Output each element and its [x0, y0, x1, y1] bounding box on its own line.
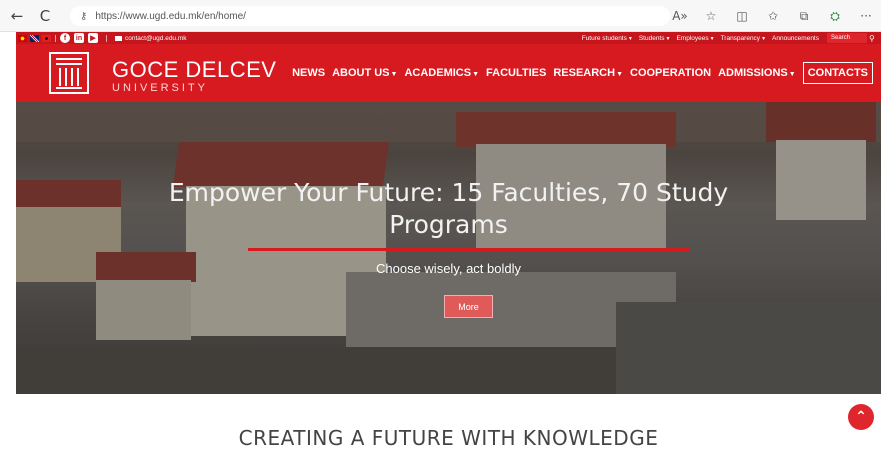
nav-label: ABOUT US — [332, 67, 390, 79]
hero-subtitle: Choose wisely, act boldly — [376, 261, 521, 276]
divider — [55, 34, 56, 42]
browser-tools: A» ☆ ◫ ✩ ⧉ ⛭ ··· — [671, 6, 875, 26]
browser-toolbar: ← C ⚷ https://www.ugd.edu.mk/en/home/ A»… — [0, 0, 881, 32]
hero-title-line: Empower Your Future: 15 Faculties, 70 St… — [168, 178, 729, 207]
utility-bar: f in ▶ contact@ugd.edu.mk Future student… — [16, 32, 881, 44]
nav-admissions[interactable]: ADMISSIONS▼ — [718, 67, 796, 79]
caret-down-icon: ▼ — [390, 71, 398, 78]
logo-stroke — [77, 68, 79, 86]
nav-research[interactable]: RESEARCH▼ — [553, 67, 623, 79]
hero-title-line: Programs — [389, 210, 508, 239]
nav-cooperation[interactable]: COOPERATION — [630, 67, 711, 79]
hero-title: Empower Your Future: 15 Faculties, 70 St… — [16, 177, 881, 241]
logo-stroke — [56, 58, 82, 60]
nav-academics[interactable]: ACADEMICS▼ — [404, 67, 479, 79]
reload-icon[interactable]: C — [34, 5, 56, 27]
caret-down-icon: ▼ — [472, 71, 480, 78]
main-nav: NEWS ABOUT US▼ ACADEMICS▼ FACULTIES RESE… — [292, 62, 873, 84]
logo-title[interactable]: GOCE DELCEV — [112, 57, 276, 83]
utility-nav-announcements[interactable]: Announcements — [772, 35, 819, 42]
youtube-icon[interactable]: ▶ — [88, 33, 98, 43]
logo-stroke — [56, 63, 82, 65]
hero-more-button[interactable]: More — [444, 295, 493, 318]
utility-nav-students[interactable]: Students▼ — [639, 35, 671, 42]
lock-icon[interactable]: ⚷ — [80, 11, 87, 22]
back-arrow-icon[interactable]: ← — [6, 5, 28, 27]
more-icon[interactable]: ··· — [857, 9, 875, 23]
hero-divider — [248, 248, 690, 251]
caret-down-icon: ▼ — [627, 35, 633, 42]
facebook-icon[interactable]: f — [60, 33, 70, 43]
utility-nav-label: Students — [638, 34, 665, 42]
envelope-icon — [115, 35, 122, 41]
language-flags — [18, 34, 51, 42]
logo-stroke — [59, 68, 61, 86]
linkedin-icon[interactable]: in — [74, 33, 84, 43]
favorites-icon[interactable]: ✩ — [764, 9, 782, 23]
utility-nav-label: Transparency — [720, 34, 761, 42]
page: f in ▶ contact@ugd.edu.mk Future student… — [16, 32, 881, 450]
search-icon[interactable]: ⚲ — [869, 32, 879, 44]
email-text: contact@ugd.edu.mk — [125, 34, 187, 42]
nav-label: ACADEMICS — [404, 67, 472, 79]
split-screen-icon[interactable]: ◫ — [733, 9, 751, 23]
logo-stroke — [71, 68, 73, 86]
logo-stroke — [65, 68, 67, 86]
logo-stroke — [56, 87, 82, 89]
extension-icon[interactable]: ⛭ — [826, 9, 844, 24]
favorite-star-icon[interactable]: ☆ — [702, 9, 720, 23]
read-aloud-icon[interactable]: A» — [671, 9, 689, 23]
email-link[interactable]: contact@ugd.edu.mk — [115, 35, 187, 42]
nav-about-us[interactable]: ABOUT US▼ — [332, 67, 397, 79]
english-flag-icon[interactable] — [30, 34, 39, 42]
utility-nav-transparency[interactable]: Transparency▼ — [721, 35, 766, 42]
utility-nav-label: Future students — [581, 34, 627, 42]
utility-nav-employees[interactable]: Employees▼ — [676, 35, 714, 42]
utility-nav: Future students▼ Students▼ Employees▼ Tr… — [582, 32, 819, 44]
caret-down-icon: ▼ — [761, 35, 767, 42]
caret-down-icon: ▼ — [709, 35, 715, 42]
section-heading: CREATING A FUTURE WITH KNOWLEDGE — [238, 426, 659, 450]
nav-label: ADMISSIONS — [718, 67, 788, 79]
university-logo-icon[interactable] — [49, 52, 89, 94]
search-input[interactable]: Search — [827, 33, 867, 43]
nav-contacts-button[interactable]: CONTACTS — [802, 62, 873, 84]
url-text[interactable]: https://www.ugd.edu.mk/en/home/ — [95, 11, 246, 22]
macedonian-flag-icon[interactable] — [18, 34, 27, 42]
site-header: GOCE DELCEV UNIVERSITY NEWS ABOUT US▼ AC… — [16, 44, 881, 102]
albanian-flag-icon[interactable] — [42, 34, 51, 42]
hero-banner: Empower Your Future: 15 Faculties, 70 St… — [16, 102, 881, 394]
logo-subtitle: UNIVERSITY — [112, 82, 209, 94]
divider — [106, 34, 107, 42]
nav-news[interactable]: NEWS — [292, 67, 325, 79]
caret-down-icon: ▼ — [665, 35, 671, 42]
utility-nav-label: Employees — [676, 34, 709, 42]
nav-label: RESEARCH — [553, 67, 616, 79]
collections-icon[interactable]: ⧉ — [795, 9, 813, 24]
nav-faculties[interactable]: FACULTIES — [486, 67, 546, 79]
utility-nav-future-students[interactable]: Future students▼ — [582, 35, 633, 42]
caret-down-icon: ▼ — [616, 71, 623, 78]
address-bar[interactable]: ⚷ https://www.ugd.edu.mk/en/home/ — [70, 6, 670, 26]
caret-down-icon: ▼ — [788, 71, 796, 78]
